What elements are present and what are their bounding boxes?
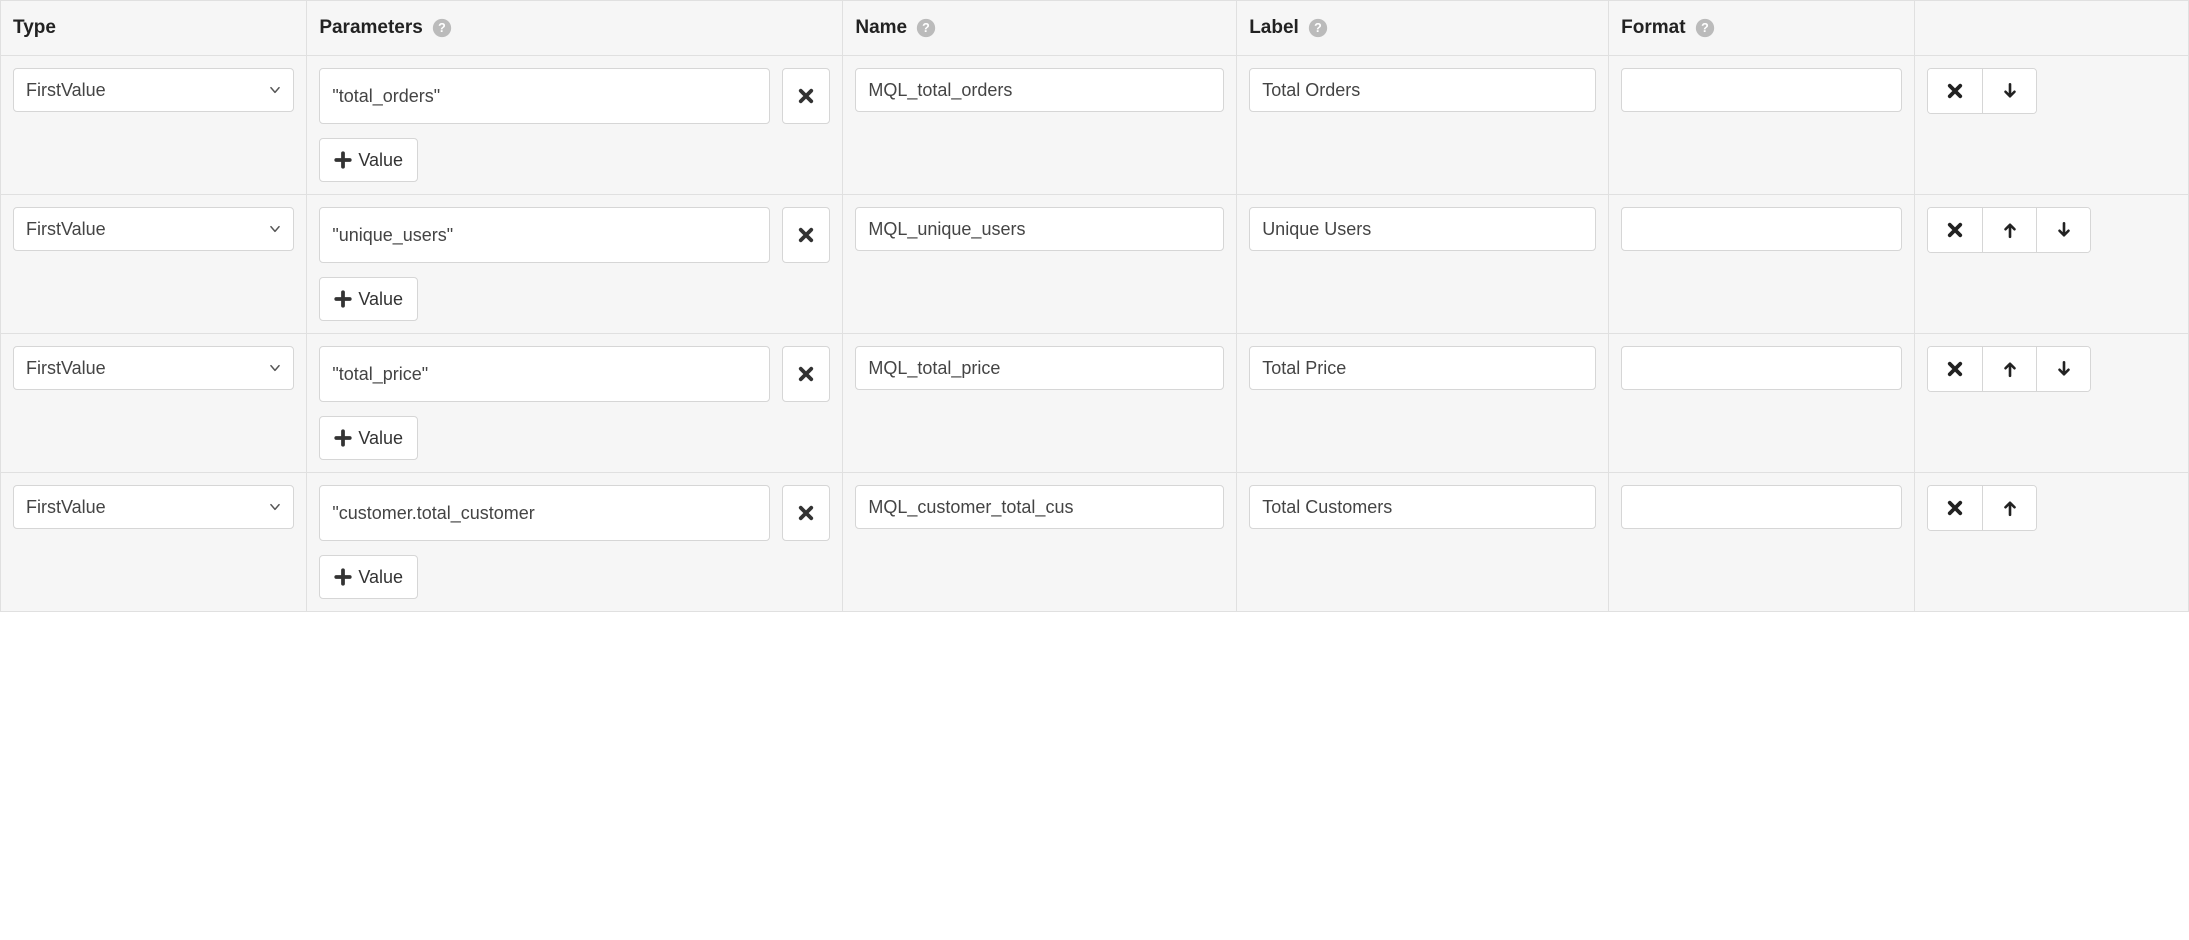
name-input[interactable]	[855, 346, 1224, 390]
format-input[interactable]	[1621, 485, 1902, 529]
arrow-up-icon	[2001, 360, 2019, 378]
header-type-label: Type	[13, 17, 56, 38]
row-actions	[1927, 346, 2091, 392]
plus-icon	[334, 568, 352, 586]
header-parameters-label: Parameters	[319, 17, 423, 38]
add-value-label: Value	[358, 289, 403, 310]
help-icon[interactable]	[1308, 18, 1328, 38]
plus-icon	[334, 429, 352, 447]
close-icon	[797, 365, 815, 383]
help-icon[interactable]	[432, 18, 452, 38]
row-actions	[1927, 207, 2091, 253]
add-value-label: Value	[358, 567, 403, 588]
label-input[interactable]	[1249, 207, 1596, 251]
header-parameters: Parameters	[307, 1, 843, 56]
name-input[interactable]	[855, 207, 1224, 251]
plus-icon	[334, 290, 352, 308]
format-input[interactable]	[1621, 346, 1902, 390]
delete-row-button[interactable]	[1928, 347, 1982, 391]
row-actions	[1927, 68, 2037, 114]
arrow-down-icon	[2055, 360, 2073, 378]
header-format: Format	[1609, 1, 1915, 56]
arrow-up-icon	[2001, 499, 2019, 517]
close-icon	[797, 226, 815, 244]
move-down-button[interactable]	[2036, 347, 2090, 391]
move-down-button[interactable]	[2036, 208, 2090, 252]
type-select[interactable]: FirstValue	[13, 207, 294, 251]
table-row: FirstValue Value	[1, 56, 2189, 195]
header-actions	[1915, 1, 2189, 56]
type-select[interactable]: FirstValue	[13, 68, 294, 112]
remove-parameter-button[interactable]	[782, 485, 830, 541]
close-icon	[797, 87, 815, 105]
name-input[interactable]	[855, 68, 1224, 112]
move-up-button[interactable]	[1982, 486, 2036, 530]
arrow-down-icon	[2055, 221, 2073, 239]
name-input[interactable]	[855, 485, 1224, 529]
header-label: Label	[1237, 1, 1609, 56]
delete-row-button[interactable]	[1928, 486, 1982, 530]
add-value-label: Value	[358, 428, 403, 449]
columns-config-table: Type Parameters Name Label Format FirstV…	[0, 0, 2189, 612]
delete-row-button[interactable]	[1928, 69, 1982, 113]
parameter-input[interactable]	[319, 485, 770, 541]
parameter-input[interactable]	[319, 68, 770, 124]
type-select[interactable]: FirstValue	[13, 485, 294, 529]
type-select[interactable]: FirstValue	[13, 346, 294, 390]
arrow-up-icon	[2001, 221, 2019, 239]
close-icon	[1946, 499, 1964, 517]
label-input[interactable]	[1249, 485, 1596, 529]
move-down-button[interactable]	[1982, 69, 2036, 113]
header-name: Name	[843, 1, 1237, 56]
add-value-button[interactable]: Value	[319, 416, 418, 460]
header-format-label: Format	[1621, 17, 1685, 38]
table-row: FirstValue Value	[1, 473, 2189, 612]
move-up-button[interactable]	[1982, 208, 2036, 252]
row-actions	[1927, 485, 2037, 531]
label-input[interactable]	[1249, 346, 1596, 390]
header-type: Type	[1, 1, 307, 56]
close-icon	[1946, 82, 1964, 100]
format-input[interactable]	[1621, 207, 1902, 251]
close-icon	[1946, 221, 1964, 239]
help-icon[interactable]	[916, 18, 936, 38]
format-input[interactable]	[1621, 68, 1902, 112]
add-value-label: Value	[358, 150, 403, 171]
header-label-label: Label	[1249, 17, 1299, 38]
close-icon	[1946, 360, 1964, 378]
delete-row-button[interactable]	[1928, 208, 1982, 252]
add-value-button[interactable]: Value	[319, 277, 418, 321]
add-value-button[interactable]: Value	[319, 555, 418, 599]
arrow-down-icon	[2001, 82, 2019, 100]
help-icon[interactable]	[1695, 18, 1715, 38]
remove-parameter-button[interactable]	[782, 207, 830, 263]
table-row: FirstValue Value	[1, 334, 2189, 473]
remove-parameter-button[interactable]	[782, 68, 830, 124]
close-icon	[797, 504, 815, 522]
label-input[interactable]	[1249, 68, 1596, 112]
plus-icon	[334, 151, 352, 169]
header-name-label: Name	[855, 17, 907, 38]
add-value-button[interactable]: Value	[319, 138, 418, 182]
table-row: FirstValue Value	[1, 195, 2189, 334]
remove-parameter-button[interactable]	[782, 346, 830, 402]
parameter-input[interactable]	[319, 346, 770, 402]
parameter-input[interactable]	[319, 207, 770, 263]
move-up-button[interactable]	[1982, 347, 2036, 391]
